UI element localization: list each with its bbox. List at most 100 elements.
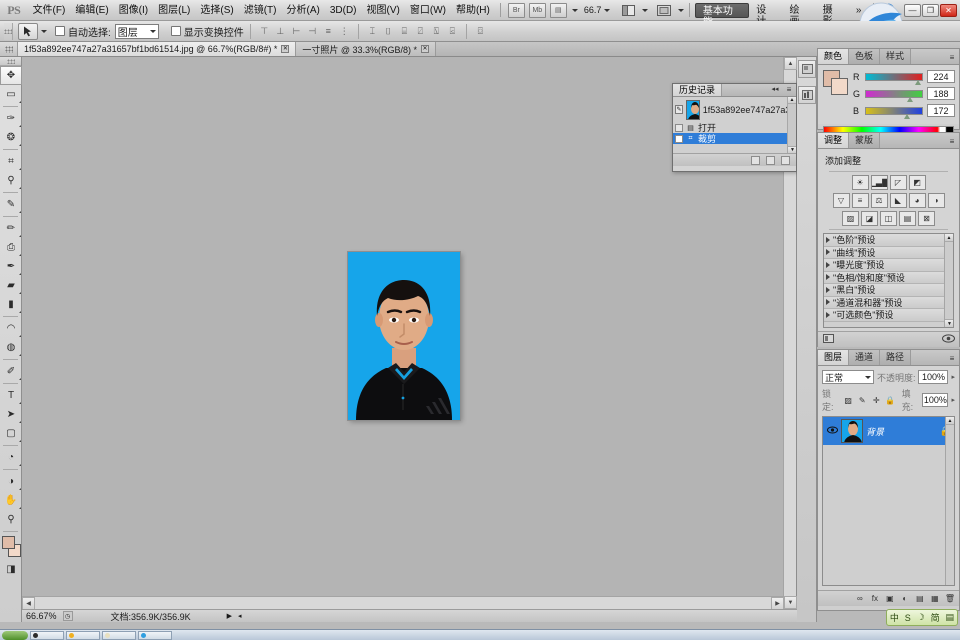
menu-item-0[interactable]: 文件(F)	[28, 2, 71, 19]
view-extras-chevron-icon[interactable]	[572, 9, 578, 12]
history-item-1[interactable]: ▤打开	[673, 122, 796, 133]
brush-tool[interactable]: ✏	[0, 219, 22, 238]
status-resize-grip[interactable]: ◂	[238, 612, 242, 620]
ime-moon-icon[interactable]: ☽	[917, 612, 925, 623]
history-brush-tool[interactable]: ✒	[0, 257, 22, 276]
taskbar-item-4[interactable]	[138, 631, 172, 640]
menu-item-9[interactable]: 窗口(W)	[405, 2, 451, 19]
options-bar-grip[interactable]	[4, 23, 13, 40]
menu-item-8[interactable]: 视图(V)	[362, 2, 405, 19]
channel-mixer-icon[interactable]: ◑	[928, 193, 945, 208]
preset-item-3[interactable]: "色相/饱和度"预设	[824, 272, 953, 285]
preset-item-5[interactable]: "通道混和器"预设	[824, 297, 953, 310]
history-item-0[interactable]: ✎1f53a892ee747a27a3165...	[673, 97, 796, 122]
menu-item-10[interactable]: 帮助(H)	[451, 2, 495, 19]
gradient-map-icon[interactable]: ▤	[899, 211, 916, 226]
layers-scrollbar[interactable]: ▲	[945, 417, 954, 585]
distribute-button-3[interactable]: ⍁	[413, 24, 428, 39]
threshold-icon[interactable]: ◫	[880, 211, 897, 226]
menu-item-2[interactable]: 图像(I)	[114, 2, 153, 19]
distribute-button-0[interactable]: ⌶	[365, 24, 380, 39]
lock-transparent-pixels-icon[interactable]: ▨	[843, 395, 854, 406]
layers-panel-menu-icon[interactable]: ≡	[945, 351, 959, 365]
history-collapse-icon[interactable]: ◂◂	[768, 82, 782, 96]
dodge-tool[interactable]: ◍	[0, 338, 22, 357]
history-state-checkbox-1[interactable]	[675, 124, 683, 132]
bridge-icon[interactable]: Br	[508, 3, 525, 18]
distribute-button-5[interactable]: ⍃	[445, 24, 460, 39]
photo-filter-icon[interactable]: ◕	[909, 193, 926, 208]
layer-name-0[interactable]: 背景	[866, 425, 937, 438]
menu-item-6[interactable]: 分析(A)	[282, 2, 325, 19]
3d-object-rotate-tool[interactable]: ◔	[0, 448, 22, 467]
workspace-tab-2[interactable]: 绘画	[782, 3, 815, 18]
preset-item-2[interactable]: "曝光度"预设	[824, 259, 953, 272]
ime-input-method-icon[interactable]: S	[905, 613, 911, 623]
color-tab-1[interactable]: 色板	[849, 49, 880, 64]
delete-layer-icon[interactable]: 🗑	[945, 594, 955, 603]
history-brush-source-icon[interactable]: ✎	[675, 105, 683, 114]
hue-saturation-icon[interactable]: ≡	[852, 193, 869, 208]
workspace-tab-3[interactable]: 摄影	[816, 3, 849, 18]
menu-item-3[interactable]: 图层(L)	[153, 2, 195, 19]
auto-select-checkbox-group[interactable]: 自动选择:	[55, 24, 111, 39]
opacity-stepper-icon[interactable]: ▸	[951, 373, 955, 381]
preset-item-4[interactable]: "黑白"预设	[824, 284, 953, 297]
adjustments-panel-menu-icon[interactable]: ≡	[945, 134, 959, 148]
preset-expand-triangle-2[interactable]	[826, 262, 830, 268]
adjustments-tab-1[interactable]: 蒙版	[849, 133, 880, 148]
zoom-chevron-icon[interactable]	[604, 9, 610, 12]
preset-item-6[interactable]: "可选颜色"预设	[824, 309, 953, 322]
history-state-checkbox-2[interactable]	[675, 135, 683, 143]
screen-mode-icon[interactable]	[620, 3, 637, 18]
brightness-contrast-icon[interactable]: ☀	[852, 175, 869, 190]
preset-expand-triangle-6[interactable]	[826, 312, 830, 318]
menu-item-5[interactable]: 滤镜(T)	[239, 2, 282, 19]
ime-simplified-icon[interactable]: 简	[931, 611, 940, 624]
move-tool[interactable]: ✥	[0, 66, 22, 85]
posterize-icon[interactable]: ◪	[861, 211, 878, 226]
panel-eye-icon[interactable]	[942, 334, 955, 345]
align-button-0[interactable]: ⊤	[257, 24, 272, 39]
layer-row-0[interactable]: 背景🔒	[823, 417, 954, 445]
preset-expand-triangle-4[interactable]	[826, 287, 830, 293]
fill-stepper-icon[interactable]: ▸	[951, 396, 955, 404]
color-channel-slider-1[interactable]	[865, 90, 923, 98]
marquee-tool[interactable]: ▭	[0, 85, 22, 104]
workspace-tab-4[interactable]: »	[849, 3, 869, 18]
cs-live-icon[interactable]	[879, 2, 897, 18]
document-tab-1[interactable]: 一寸照片 @ 33.3%(RGB/8) *✕	[296, 42, 436, 56]
lock-image-pixels-icon[interactable]: ✎	[857, 395, 868, 406]
distribute-button-2[interactable]: ⌸	[397, 24, 412, 39]
minimize-button[interactable]: —	[904, 4, 921, 17]
zoom-tool[interactable]: ⚲	[0, 510, 22, 529]
menu-item-1[interactable]: 编辑(E)	[70, 2, 113, 19]
rectangle-shape-tool[interactable]: ▢	[0, 424, 22, 443]
scroll-up-arrow-icon[interactable]: ▲	[784, 57, 797, 70]
ime-toolbox-icon[interactable]: ▤	[945, 612, 954, 623]
histogram-dock-icon[interactable]	[798, 86, 816, 104]
layers-tab-1[interactable]: 通道	[849, 350, 880, 365]
screen-mode-chevron-icon[interactable]	[642, 9, 648, 12]
quick-mask-button[interactable]: ◨	[0, 560, 22, 579]
restore-button[interactable]: ❐	[922, 4, 939, 17]
spot-healing-tool[interactable]: ✎	[0, 195, 22, 214]
exposure-icon[interactable]: ◩	[909, 175, 926, 190]
opacity-value[interactable]: 100%	[918, 370, 948, 384]
show-transform-checkbox-group[interactable]: 显示变换控件	[171, 24, 244, 39]
new-document-from-state-icon[interactable]	[751, 156, 760, 165]
color-tab-0[interactable]: 颜色	[818, 49, 849, 64]
levels-icon[interactable]: ▁▃▇	[871, 175, 888, 190]
color-channel-slider-0[interactable]	[865, 73, 923, 81]
color-channel-thumb-1[interactable]	[907, 97, 914, 103]
lasso-tool[interactable]: ✑	[0, 109, 22, 128]
color-channel-thumb-2[interactable]	[904, 114, 911, 120]
color-channel-value-0[interactable]: 224	[927, 70, 955, 83]
taskbar-item-1[interactable]	[30, 631, 64, 640]
layer-visibility-eye-icon[interactable]	[826, 426, 838, 436]
menu-item-7[interactable]: 3D(D)	[325, 2, 362, 19]
crop-tool[interactable]: ⌗	[0, 152, 22, 171]
vibrance-icon[interactable]: ▽	[833, 193, 850, 208]
align-button-2[interactable]: ⊢	[289, 24, 304, 39]
preset-expand-triangle-0[interactable]	[826, 237, 830, 243]
